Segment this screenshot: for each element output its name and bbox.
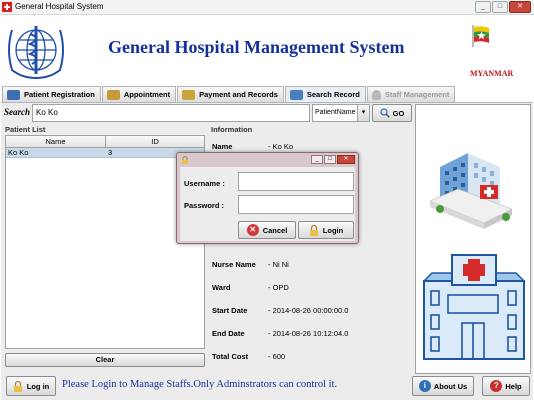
password-field[interactable] <box>238 195 354 214</box>
info-value: - 2014-08-26 10:12:04.0 <box>268 329 349 338</box>
patient-table[interactable]: Name ID Ko Ko 3 <box>5 135 205 349</box>
tab-label: Search Record <box>306 90 360 99</box>
folder-icon <box>289 89 303 100</box>
tab-search-record[interactable]: Search Record <box>284 86 366 102</box>
maximize-button[interactable]: □ <box>492 1 508 13</box>
tab-staff-management[interactable]: Staff Management <box>366 86 456 102</box>
lock-icon <box>309 224 318 236</box>
column-header-id[interactable]: ID <box>106 136 204 147</box>
app-icon <box>2 2 12 12</box>
search-by-value: PatientName <box>315 109 356 116</box>
login-dialog-body: Username : Password : ✕ Cancel Login <box>180 167 355 241</box>
country-label: MYANMAR <box>470 69 514 78</box>
cell-id: 3 <box>108 148 113 157</box>
info-key: End Date <box>212 329 245 338</box>
hospital-front-icon <box>422 254 526 360</box>
info-value: - Ko Ko <box>268 142 294 151</box>
patient-icon <box>7 89 20 100</box>
who-logo-icon <box>8 26 64 80</box>
info-key: Name <box>212 142 233 151</box>
magnifier-icon <box>380 108 390 118</box>
tab-payment-and-records[interactable]: Payment and Records <box>177 86 284 102</box>
dialog-maximize-button[interactable]: □ <box>324 155 336 164</box>
app-title: General Hospital Management System <box>108 37 405 57</box>
window-controls: _ □ ✕ <box>475 1 531 13</box>
clear-button[interactable]: Clear <box>5 353 205 367</box>
window-titlebar: General Hospital System _ □ ✕ <box>0 0 534 15</box>
search-label: Search <box>4 107 31 117</box>
dialog-window-controls: _ □ ✕ <box>311 155 355 164</box>
info-value: - OPD <box>268 283 289 292</box>
close-button[interactable]: ✕ <box>509 1 531 13</box>
tab-patient-registration[interactable]: Patient Registration <box>2 86 101 102</box>
lock-icon <box>182 156 188 164</box>
myanmar-flag-icon <box>472 25 489 47</box>
cancel-icon: ✕ <box>246 224 259 236</box>
main-tabs: Patient Registration Appointment Payment… <box>2 86 456 102</box>
info-key: Ward <box>212 283 231 292</box>
user-icon <box>371 89 381 100</box>
info-icon: i <box>418 380 431 392</box>
help-icon: ? <box>490 380 503 392</box>
table-header: Name ID <box>6 136 204 148</box>
search-by-select[interactable]: PatientName ▾ <box>312 104 370 122</box>
footer-message: Please Login to Manage Staffs.Only Admin… <box>62 379 338 390</box>
dialog-minimize-button[interactable]: _ <box>311 155 323 164</box>
login-button[interactable]: Login <box>298 221 354 239</box>
log-in-label: Log in <box>26 381 50 391</box>
cell-name: Ko Ko <box>8 148 29 157</box>
cancel-button[interactable]: ✕ Cancel <box>238 221 296 239</box>
info-value: - Ni Ni <box>268 260 289 269</box>
info-key: Total Cost <box>212 352 249 361</box>
pen-icon <box>182 89 196 100</box>
patient-list-panel: Patient List Name ID Ko Ko 3 Clear <box>5 125 205 368</box>
information-label: Information <box>211 125 253 134</box>
about-us-button[interactable]: i About Us <box>412 376 474 396</box>
login-label: Login <box>322 225 344 235</box>
hospital-image-panel <box>415 104 531 374</box>
handshake-icon <box>106 89 120 100</box>
login-dialog: _ □ ✕ Username : Password : ✕ Cancel Log… <box>176 152 359 244</box>
tab-label: Patient Registration <box>24 90 95 99</box>
lock-icon <box>13 380 22 392</box>
table-row[interactable]: Ko Ko 3 <box>6 148 204 158</box>
dialog-close-button[interactable]: ✕ <box>337 155 355 164</box>
patient-list-label: Patient List <box>5 125 46 134</box>
cancel-label: Cancel <box>262 225 288 235</box>
help-button[interactable]: ? Help <box>482 376 530 396</box>
chevron-down-icon[interactable]: ▾ <box>357 105 369 121</box>
username-label: Username : <box>184 179 225 188</box>
info-key: Start Date <box>212 306 248 315</box>
column-header-name[interactable]: Name <box>6 136 106 147</box>
tab-label: Payment and Records <box>199 90 278 99</box>
search-input[interactable]: Ko Ko <box>32 104 310 122</box>
tab-appointment[interactable]: Appointment <box>101 86 177 102</box>
window-title: General Hospital System <box>15 2 104 11</box>
tab-label: Appointment <box>123 90 171 99</box>
info-value: - 2014-08-26 00:00:00.0 <box>268 306 349 315</box>
about-us-label: About Us <box>433 381 468 391</box>
hospital-illustration-icon <box>422 153 526 360</box>
password-label: Password : <box>184 201 225 210</box>
go-button[interactable]: GO <box>372 104 412 122</box>
go-label: GO <box>392 108 405 118</box>
username-field[interactable] <box>238 172 354 191</box>
minimize-button[interactable]: _ <box>475 1 491 13</box>
tab-label: Staff Management <box>384 90 450 99</box>
log-in-button[interactable]: Log in <box>6 376 56 396</box>
hospital-building-icon <box>429 153 513 229</box>
info-key: Nurse Name <box>212 260 256 269</box>
app-header: General Hospital Management System MYANM… <box>0 15 534 86</box>
help-label: Help <box>505 381 522 391</box>
info-value: - 600 <box>268 352 286 361</box>
